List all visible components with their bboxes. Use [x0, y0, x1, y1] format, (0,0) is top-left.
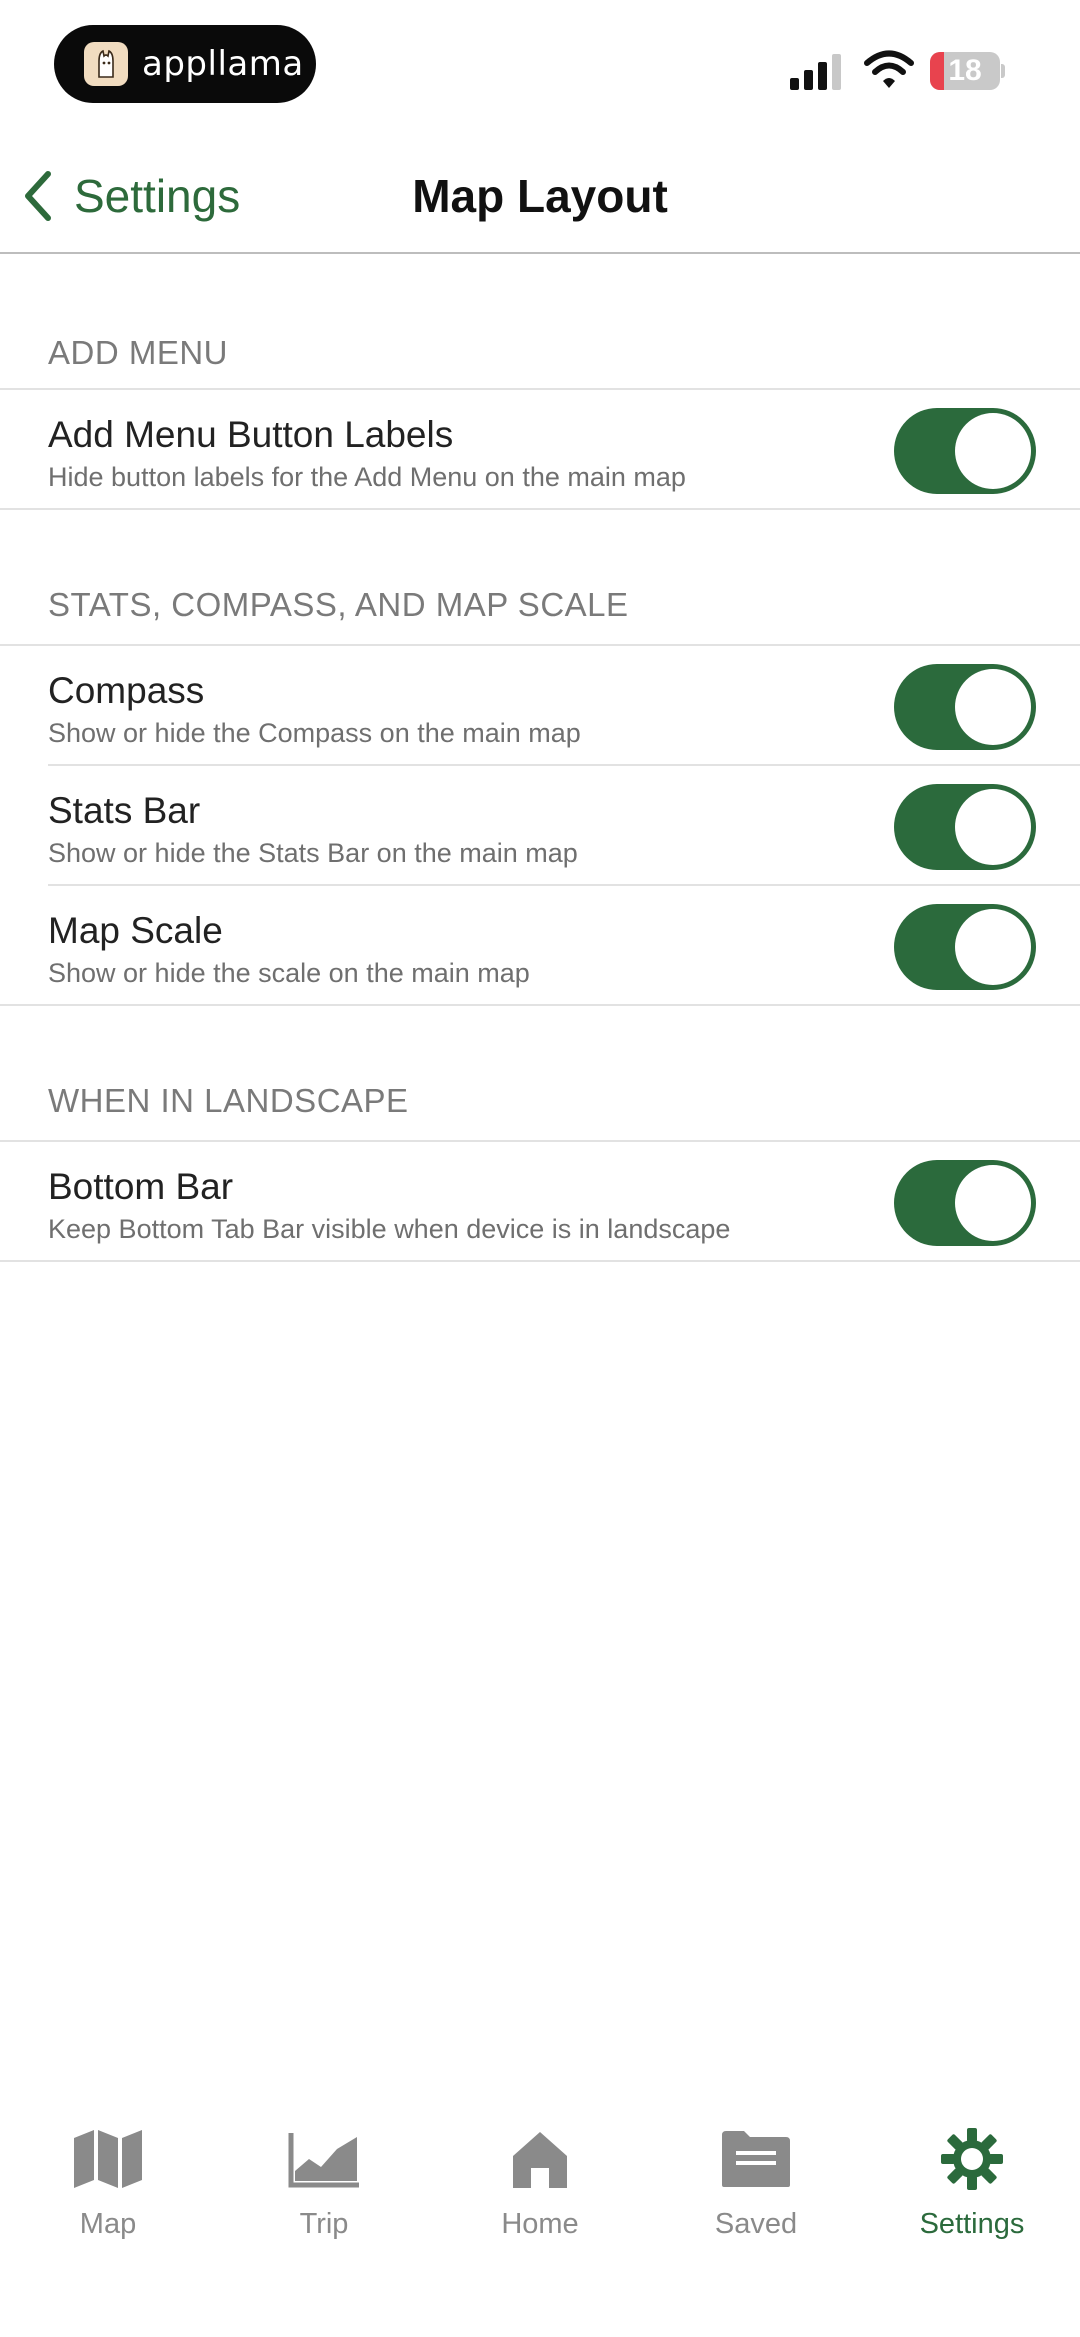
- setting-title: Map Scale: [48, 910, 223, 951]
- battery-icon: 18: [930, 52, 1005, 90]
- bottom-tab-bar: Map Trip Home Saved Settings: [0, 2080, 1080, 2280]
- setting-row-map-scale[interactable]: Map Scale Show or hide the scale on the …: [0, 886, 1080, 1006]
- setting-title: Compass: [48, 670, 205, 711]
- add-menu-labels-toggle[interactable]: [894, 408, 1036, 494]
- folder-icon: [716, 2124, 796, 2194]
- section-header-stats-compass-scale: STATS, COMPASS, AND MAP SCALE: [0, 510, 1080, 646]
- toggle-knob: [955, 789, 1031, 865]
- tab-label: Home: [501, 2208, 579, 2240]
- setting-title: Add Menu Button Labels: [48, 414, 454, 455]
- navigation-bar: Settings Map Layout: [0, 140, 1080, 254]
- setting-subtitle: Show or hide the Stats Bar on the main m…: [48, 838, 578, 868]
- app-name: appllama: [142, 44, 304, 84]
- setting-subtitle: Hide button labels for the Add Menu on t…: [48, 462, 686, 492]
- tab-label: Trip: [299, 2208, 349, 2240]
- tab-home[interactable]: Home: [432, 2080, 648, 2280]
- stats-bar-toggle[interactable]: [894, 784, 1036, 870]
- wifi-icon: [864, 50, 914, 88]
- setting-subtitle: Show or hide the Compass on the main map: [48, 718, 581, 748]
- setting-subtitle: Keep Bottom Tab Bar visible when device …: [48, 1214, 731, 1244]
- setting-row-add-menu-button-labels[interactable]: Add Menu Button Labels Hide button label…: [0, 390, 1080, 510]
- map-icon: [68, 2124, 148, 2194]
- tab-saved[interactable]: Saved: [648, 2080, 864, 2280]
- home-icon: [500, 2124, 580, 2194]
- section-header-add-menu: ADD MENU: [0, 254, 1080, 390]
- compass-toggle[interactable]: [894, 664, 1036, 750]
- gear-icon: [932, 2124, 1012, 2194]
- section-header-when-in-landscape: WHEN IN LANDSCAPE: [0, 1006, 1080, 1142]
- toggle-knob: [955, 669, 1031, 745]
- signal-icon: [790, 54, 841, 90]
- toggle-knob: [955, 413, 1031, 489]
- chart-icon: [284, 2124, 364, 2194]
- toggle-knob: [955, 909, 1031, 985]
- toggle-knob: [955, 1165, 1031, 1241]
- setting-row-stats-bar[interactable]: Stats Bar Show or hide the Stats Bar on …: [48, 766, 1080, 886]
- setting-row-compass[interactable]: Compass Show or hide the Compass on the …: [48, 646, 1080, 766]
- tab-label: Saved: [714, 2208, 798, 2240]
- status-bar: appllama 18: [0, 0, 1080, 140]
- back-button[interactable]: Settings: [20, 160, 240, 232]
- setting-title: Stats Bar: [48, 790, 201, 831]
- setting-subtitle: Show or hide the scale on the main map: [48, 958, 530, 988]
- setting-row-bottom-bar[interactable]: Bottom Bar Keep Bottom Tab Bar visible w…: [0, 1142, 1080, 1262]
- back-label: Settings: [74, 170, 241, 222]
- tab-label: Map: [79, 2208, 137, 2240]
- map-scale-toggle[interactable]: [894, 904, 1036, 990]
- chevron-left-icon: [25, 171, 51, 221]
- app-indicator-pill[interactable]: appllama: [54, 25, 316, 103]
- tab-map[interactable]: Map: [0, 2080, 216, 2280]
- settings-list: ADD MENU Add Menu Button Labels Hide but…: [0, 254, 1080, 1262]
- setting-title: Bottom Bar: [48, 1166, 234, 1207]
- tab-label: Settings: [919, 2208, 1025, 2240]
- battery-level: 18: [948, 54, 982, 87]
- llama-logo-icon: [84, 42, 128, 86]
- tab-trip[interactable]: Trip: [216, 2080, 432, 2280]
- bottom-bar-toggle[interactable]: [894, 1160, 1036, 1246]
- tab-settings[interactable]: Settings: [864, 2080, 1080, 2280]
